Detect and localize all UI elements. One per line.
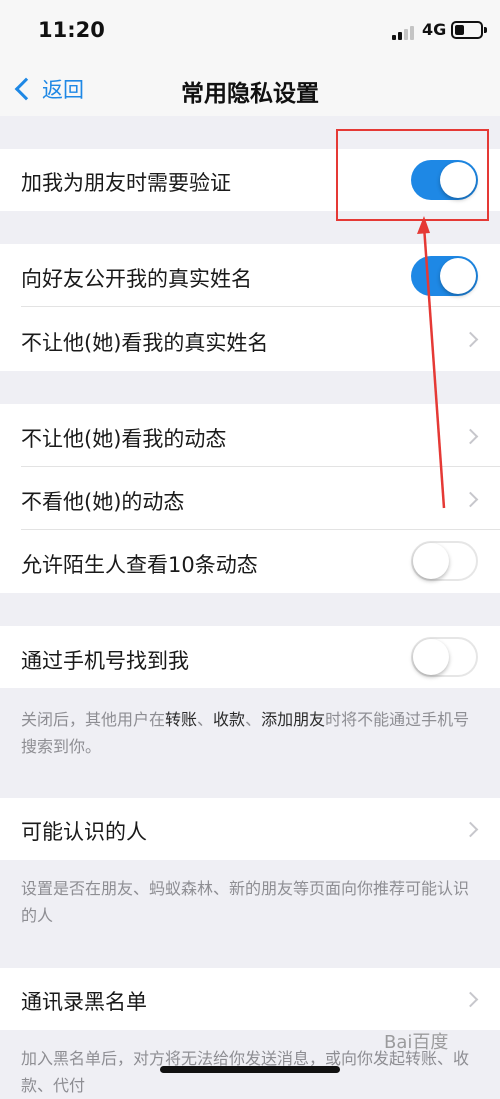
home-indicator (160, 1066, 340, 1073)
watermark: Bai百度 (384, 1032, 449, 1053)
annotation-arrow (417, 216, 446, 509)
